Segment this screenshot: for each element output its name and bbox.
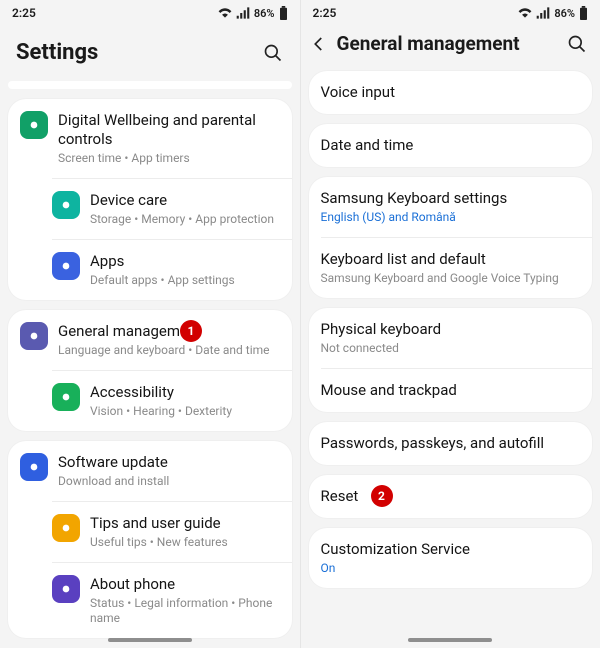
settings-group: General management Language and keyboard …	[8, 310, 292, 431]
status-time: 2:25	[12, 6, 36, 20]
wifi-icon	[518, 7, 532, 19]
status-bar: 2:25 86%	[0, 0, 300, 22]
gm-list: Voice input Date and time Samsung Keyboard…	[301, 71, 600, 588]
item-label: Date and time	[321, 136, 581, 155]
general-management-icon	[20, 322, 48, 350]
about-phone-icon	[52, 575, 80, 603]
search-card-placeholder	[8, 81, 292, 89]
search-button[interactable]	[566, 33, 588, 55]
settings-item-general-management[interactable]: General management Language and keyboard …	[8, 310, 292, 370]
item-label: Digital Wellbeing and parental controls	[58, 111, 280, 149]
settings-item-customization-service[interactable]: Customization Service On	[309, 528, 593, 588]
battery-text: 86%	[254, 7, 275, 20]
settings-header: Settings	[0, 22, 300, 81]
item-label: Software update	[58, 453, 280, 472]
settings-item-digital-wellbeing-and-parent[interactable]: Digital Wellbeing and parental controls S…	[8, 99, 292, 178]
settings-group: Reset2	[309, 475, 593, 518]
settings-item-keyboard-list-and-default[interactable]: Keyboard list and default Samsung Keyboar…	[321, 237, 593, 298]
digital-wellbeing-and-parent-icon	[20, 111, 48, 139]
item-subtitle: Not connected	[321, 341, 581, 356]
search-button[interactable]	[262, 42, 284, 64]
settings-item-mouse-and-trackpad[interactable]: Mouse and trackpad	[321, 368, 593, 412]
settings-screen: 2:25 86% Settings Digital Wellbeing and …	[0, 0, 300, 648]
settings-group: Physical keyboard Not connected Mouse and …	[309, 308, 593, 412]
item-subtitle: Screen time • App timers	[58, 151, 280, 166]
battery-text: 86%	[554, 7, 575, 20]
settings-group: Passwords, passkeys, and autofill	[309, 422, 593, 465]
item-label: Tips and user guide	[90, 514, 280, 533]
item-label: Voice input	[321, 83, 581, 102]
settings-item-device-care[interactable]: Device care Storage • Memory • App protec…	[52, 178, 292, 239]
settings-group: Software update Download and install Tips …	[8, 441, 292, 638]
device-care-icon	[52, 191, 80, 219]
status-right: 86%	[518, 6, 588, 20]
item-subtitle: English (US) and Română	[321, 210, 581, 225]
settings-item-apps[interactable]: Apps Default apps • App settings	[52, 239, 292, 300]
chevron-left-icon	[310, 35, 328, 53]
gesture-bar	[408, 638, 492, 642]
item-subtitle: Storage • Memory • App protection	[90, 212, 280, 227]
item-label: Samsung Keyboard settings	[321, 189, 581, 208]
item-subtitle: Download and install	[58, 474, 280, 489]
gm-header: General management	[301, 22, 600, 67]
settings-item-voice-input[interactable]: Voice input	[309, 71, 593, 114]
settings-item-physical-keyboard[interactable]: Physical keyboard Not connected	[309, 308, 593, 368]
signal-icon	[536, 7, 550, 19]
item-subtitle: Samsung Keyboard and Google Voice Typing	[321, 271, 581, 286]
item-label: Mouse and trackpad	[321, 381, 581, 400]
settings-item-about-phone[interactable]: About phone Status • Legal information • …	[52, 562, 292, 638]
settings-item-reset[interactable]: Reset2	[309, 475, 593, 518]
software-update-icon	[20, 453, 48, 481]
settings-item-passwords-passkeys-and-autof[interactable]: Passwords, passkeys, and autofill	[309, 422, 593, 465]
item-label: General management	[58, 322, 280, 341]
settings-group: Digital Wellbeing and parental controls S…	[8, 99, 292, 300]
accessibility-icon	[52, 383, 80, 411]
apps-icon	[52, 252, 80, 280]
signal-icon	[236, 7, 250, 19]
item-label: Physical keyboard	[321, 320, 581, 339]
status-right: 86%	[218, 6, 288, 20]
step-marker-2: 2	[371, 485, 393, 507]
settings-item-accessibility[interactable]: Accessibility Vision • Hearing • Dexterit…	[52, 370, 292, 431]
item-subtitle: Default apps • App settings	[90, 273, 280, 288]
settings-group: Voice input	[309, 71, 593, 114]
back-button[interactable]	[309, 34, 329, 54]
item-subtitle: Status • Legal information • Phone name	[90, 596, 280, 626]
page-title: General management	[337, 32, 567, 55]
step-marker-1: 1	[180, 320, 202, 342]
settings-group: Samsung Keyboard settings English (US) an…	[309, 177, 593, 298]
item-subtitle: Language and keyboard • Date and time	[58, 343, 280, 358]
item-label: Accessibility	[90, 383, 280, 402]
item-label: Passwords, passkeys, and autofill	[321, 434, 581, 453]
item-subtitle: Vision • Hearing • Dexterity	[90, 404, 280, 419]
battery-icon	[579, 6, 588, 20]
item-subtitle: Useful tips • New features	[90, 535, 280, 550]
settings-item-software-update[interactable]: Software update Download and install	[8, 441, 292, 501]
tips-and-user-guide-icon	[52, 514, 80, 542]
settings-item-date-and-time[interactable]: Date and time	[309, 124, 593, 167]
general-management-screen: 2:25 86% General management Voice input D…	[300, 0, 600, 648]
item-label: Keyboard list and default	[321, 250, 581, 269]
item-label: Reset	[321, 487, 581, 506]
wifi-icon	[218, 7, 232, 19]
item-label: Device care	[90, 191, 280, 210]
settings-group: Customization Service On	[309, 528, 593, 588]
item-label: Apps	[90, 252, 280, 271]
item-label: Customization Service	[321, 540, 581, 559]
settings-item-samsung-keyboard-settings[interactable]: Samsung Keyboard settings English (US) an…	[309, 177, 593, 237]
item-subtitle: On	[321, 561, 581, 576]
battery-icon	[279, 6, 288, 20]
item-label: About phone	[90, 575, 280, 594]
search-icon	[263, 43, 283, 63]
status-time: 2:25	[313, 6, 337, 20]
status-bar: 2:25 86%	[301, 0, 600, 22]
settings-list: Digital Wellbeing and parental controls S…	[0, 99, 300, 638]
page-title: Settings	[16, 40, 262, 65]
search-icon	[567, 34, 587, 54]
settings-group: Date and time	[309, 124, 593, 167]
settings-item-tips-and-user-guide[interactable]: Tips and user guide Useful tips • New fea…	[52, 501, 292, 562]
gesture-bar	[108, 638, 192, 642]
